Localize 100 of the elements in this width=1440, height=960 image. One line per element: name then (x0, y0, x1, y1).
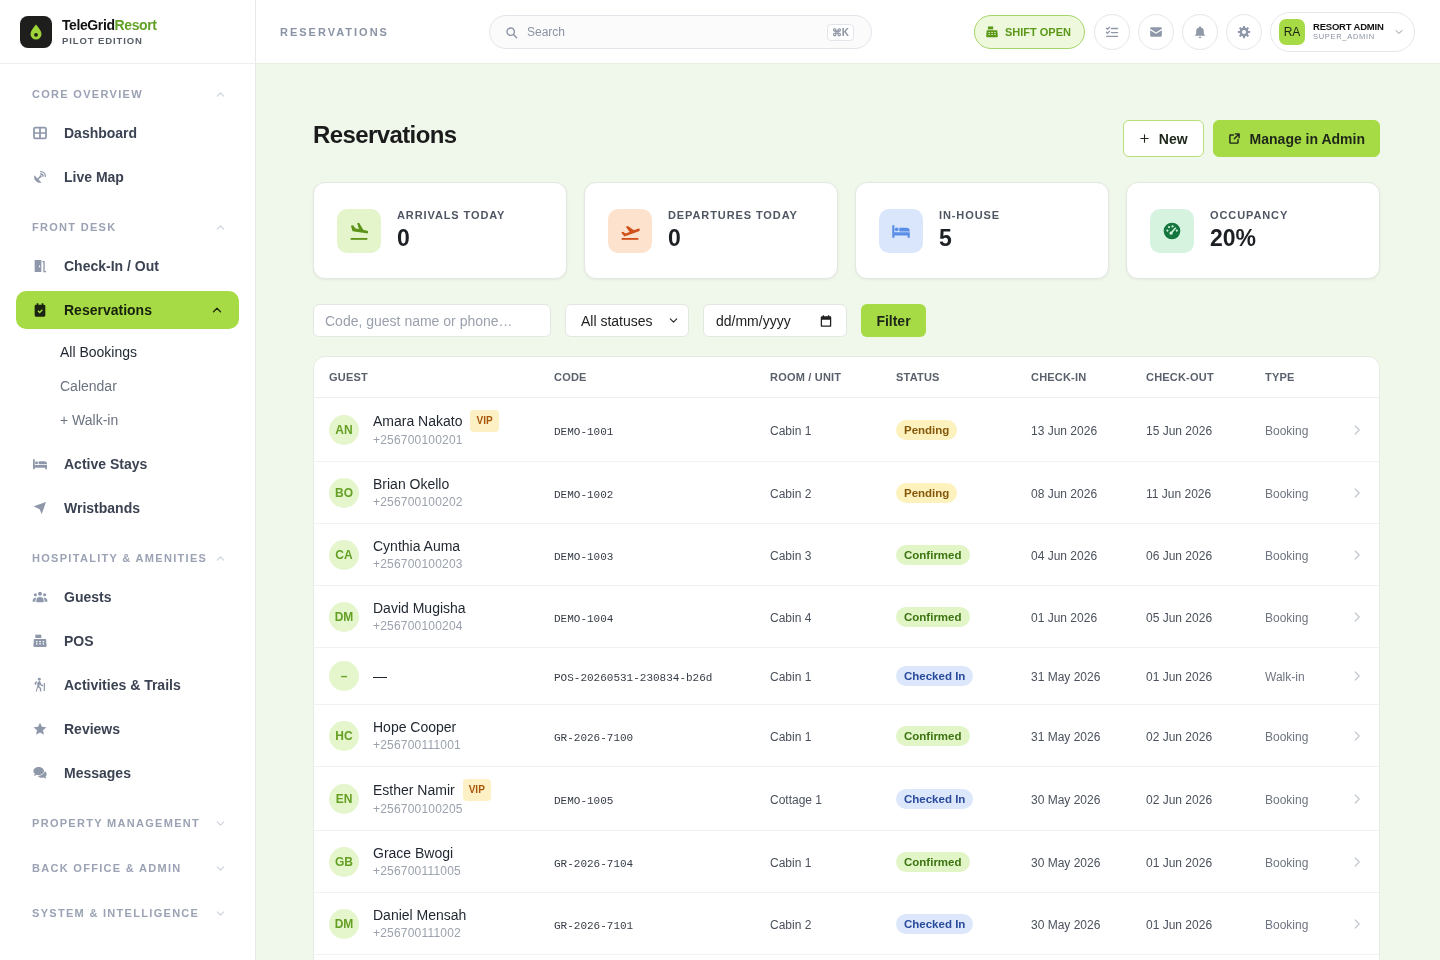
room-name: Cottage 1 (770, 792, 823, 807)
booking-type: Booking (1265, 792, 1309, 807)
nav-item[interactable]: Activities & Trails (16, 666, 239, 704)
guest-name: — (373, 667, 387, 686)
booking-code: GR-2026-7104 (554, 857, 634, 870)
bed-icon (32, 456, 48, 472)
nav-item[interactable]: Dashboard (16, 114, 239, 152)
manage-in-admin-button[interactable]: Manage in Admin (1212, 120, 1380, 157)
stat-value: 20% (1210, 225, 1258, 251)
guest-name: Hope Cooper (373, 718, 457, 737)
guest-phone: +256700100204 (373, 618, 464, 635)
column-header: STATUS (896, 371, 941, 383)
check-in-date: 04 Jun 2026 (1031, 548, 1098, 563)
guest-phone: +256700100203 (373, 556, 463, 573)
search-input[interactable]: Code, guest name or phone… (313, 304, 551, 337)
settings-button[interactable] (1226, 13, 1262, 50)
envelope-button[interactable] (1138, 13, 1174, 50)
nav-item[interactable]: Reservations (16, 291, 239, 329)
nav-item[interactable]: Active Stays (16, 445, 239, 483)
booking-code: POS-20260531-230834-b26d (554, 672, 713, 684)
room-name: Cabin 2 (770, 486, 812, 501)
booking-type: Walk-in (1265, 670, 1305, 684)
check-in-date: 13 Jun 2026 (1031, 423, 1098, 438)
guest-name: Amara Nakato (373, 412, 463, 431)
drop-logo-icon (20, 15, 52, 48)
nav-item[interactable]: Wristbands (16, 489, 239, 527)
nav-item[interactable]: Reviews (16, 710, 239, 748)
filter-button[interactable]: Filter (861, 304, 926, 337)
status-pill: Confirmed (896, 606, 970, 627)
new-button[interactable]: New (1122, 120, 1204, 157)
calendar-icon (819, 314, 833, 328)
nav-item[interactable]: Check-In / Out (16, 247, 239, 285)
guest-phone: +256700100205 (373, 801, 464, 818)
edition-label: PILOT EDITION (62, 34, 144, 47)
room-name: Cabin 4 (770, 610, 812, 625)
calendar-check-icon (32, 302, 48, 318)
check-in-date: 08 Jun 2026 (1031, 486, 1098, 501)
grid-icon (32, 125, 48, 141)
check-out-date: 02 Jun 2026 (1146, 792, 1213, 807)
status-select[interactable]: All statuses (565, 304, 689, 337)
booking-code: DEMO-1004 (554, 612, 614, 625)
guest-avatar: CA (329, 539, 359, 570)
guest-avatar: HC (329, 720, 359, 751)
external-link-icon (1227, 132, 1241, 145)
guest-name: Grace Bwogi (373, 844, 454, 863)
booking-code: DEMO-1002 (554, 488, 614, 501)
guest-avatar: – (329, 661, 359, 691)
nav-item[interactable]: POS (16, 622, 239, 660)
location-arrow-icon (32, 500, 48, 516)
check-in-date: 01 Jun 2026 (1031, 610, 1098, 625)
bell-button[interactable] (1182, 13, 1218, 50)
user-avatar: RA (1279, 18, 1305, 45)
satellite-dish-icon (32, 169, 48, 185)
vip-tag: VIP (462, 779, 491, 801)
room-name: Cabin 3 (770, 548, 812, 563)
plus-icon (1138, 133, 1150, 144)
date-field[interactable]: dd/mm/yyyy (703, 304, 847, 337)
stat-value: 5 (939, 225, 953, 251)
booking-code: GR-2026-7100 (554, 731, 634, 744)
plane-landing-icon (337, 208, 381, 253)
status-pill: Pending (896, 419, 958, 440)
guest-phone: +256700100202 (373, 494, 463, 511)
check-in-date: 30 May 2026 (1031, 917, 1101, 932)
nav-subitem[interactable]: + Walk-in (16, 403, 239, 437)
stat-label: ARRIVALS TODAY (397, 208, 506, 222)
nav-item[interactable]: Guests (16, 578, 239, 616)
guest-avatar: DM (329, 601, 359, 632)
column-header: GUEST (329, 371, 369, 383)
stat-value: 0 (668, 225, 682, 251)
nav-item[interactable]: Messages (16, 754, 239, 792)
guest-phone: +256700111005 (373, 863, 461, 880)
check-out-date: 01 Jun 2026 (1146, 917, 1213, 932)
nav-subitem[interactable]: Calendar (16, 369, 239, 403)
nav-subitem[interactable]: All Bookings (16, 335, 239, 369)
check-out-date: 15 Jun 2026 (1146, 423, 1213, 438)
booking-code: DEMO-1001 (554, 425, 614, 438)
guest-name: Daniel Mensah (373, 906, 467, 925)
user-name: RESORT ADMIN (1313, 21, 1385, 32)
booking-type: Booking (1265, 486, 1309, 501)
cash-register-icon (32, 633, 48, 649)
brand-name: TeleGridResort (62, 16, 157, 34)
checklist-button[interactable] (1094, 13, 1130, 50)
room-name: Cabin 1 (770, 423, 812, 438)
chat-bubbles-icon (32, 765, 48, 781)
gauge-icon (1150, 208, 1194, 253)
booking-type: Booking (1265, 423, 1309, 438)
status-pill: Confirmed (896, 725, 970, 746)
status-pill: Checked In (896, 788, 974, 809)
guest-avatar: EN (329, 783, 359, 814)
check-out-date: 05 Jun 2026 (1146, 610, 1213, 625)
cash-register-icon (985, 24, 999, 39)
plane-takeoff-icon (608, 208, 652, 253)
search-icon (505, 25, 518, 39)
check-in-date: 30 May 2026 (1031, 855, 1101, 870)
envelope-icon (1149, 24, 1163, 39)
bell-icon (1193, 24, 1207, 39)
nav-item[interactable]: Live Map (16, 158, 239, 196)
settings-icon (1237, 24, 1251, 39)
room-name: Cabin 1 (770, 855, 812, 870)
chevron-down-icon (668, 315, 679, 326)
